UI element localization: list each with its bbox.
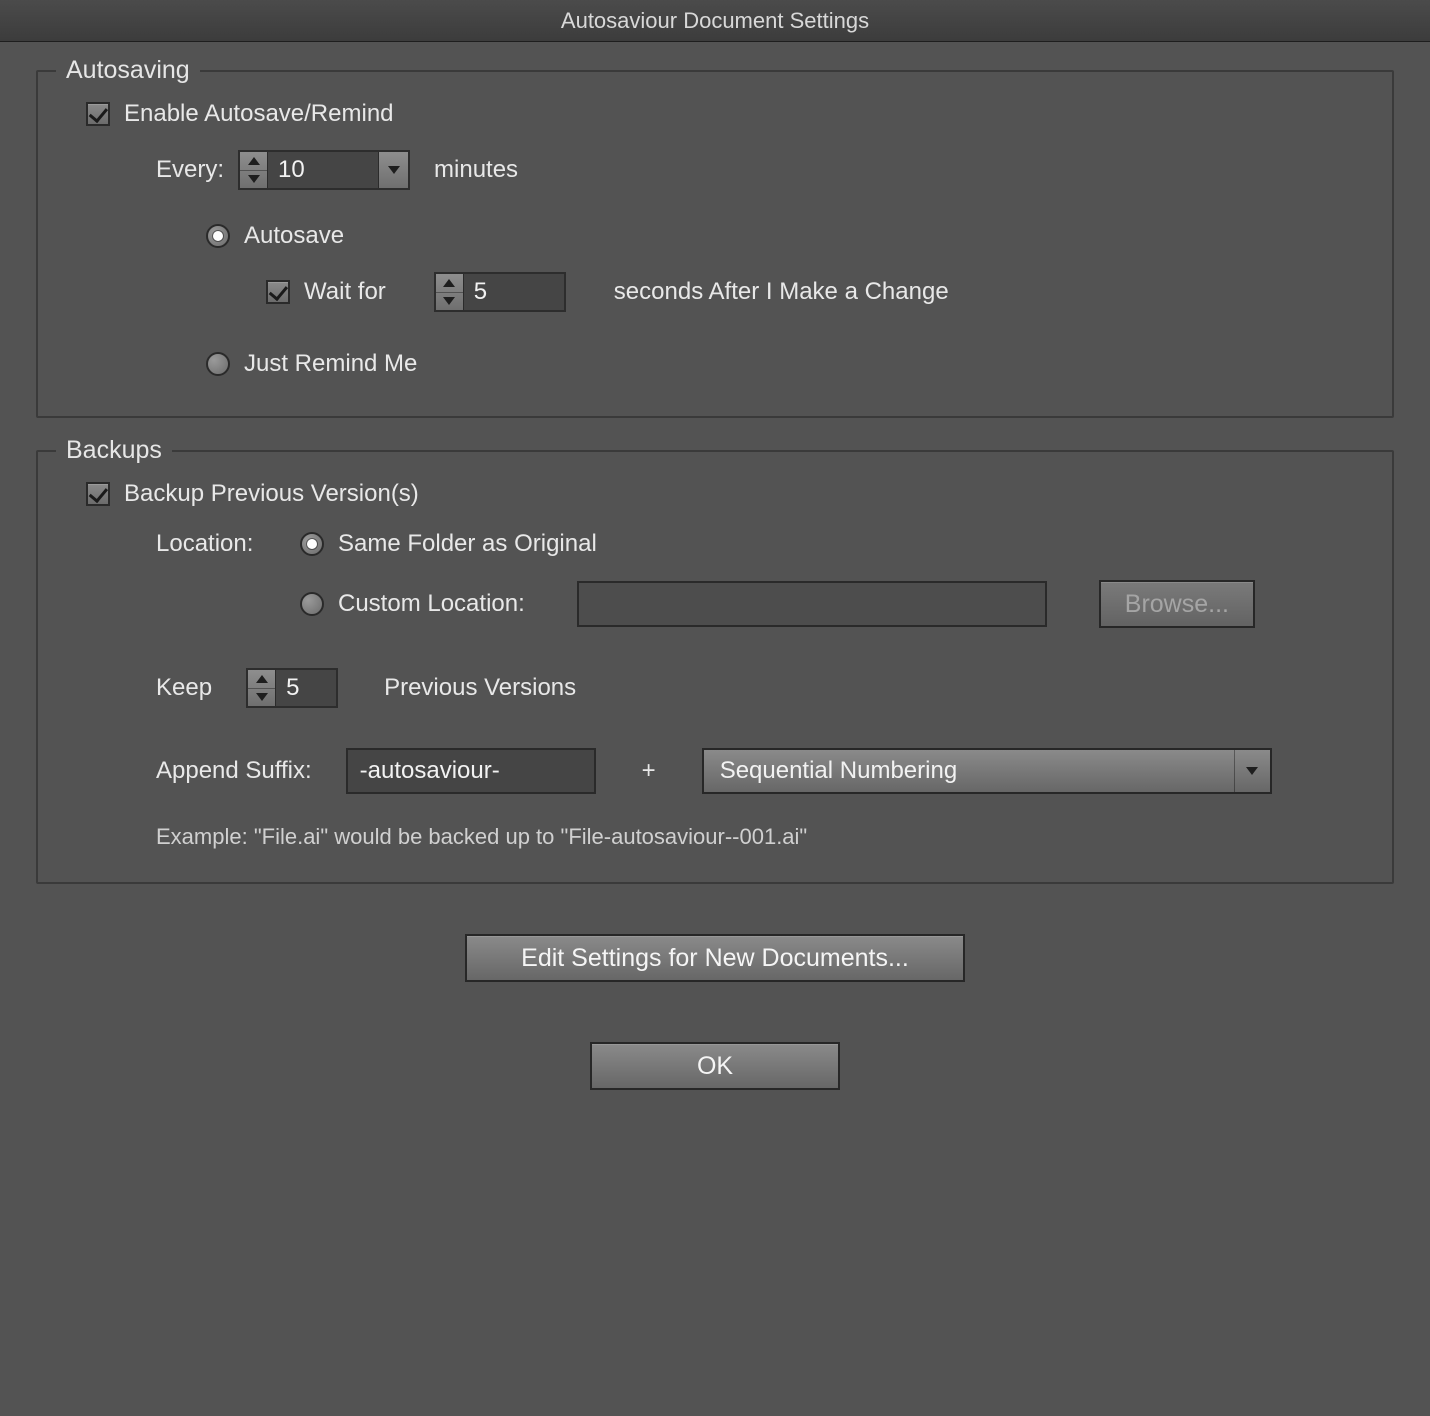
every-step-down[interactable] bbox=[240, 170, 267, 189]
append-suffix-label: Append Suffix: bbox=[156, 757, 312, 785]
backups-group: Backups Backup Previous Version(s) Locat… bbox=[36, 450, 1394, 884]
chevron-down-icon[interactable] bbox=[1234, 750, 1270, 792]
window-titlebar: Autosaviour Document Settings bbox=[0, 0, 1430, 42]
numbering-select[interactable]: Sequential Numbering bbox=[702, 748, 1272, 794]
wait-for-value[interactable]: 5 bbox=[464, 274, 564, 310]
every-step-up[interactable] bbox=[240, 152, 267, 170]
location-label: Location: bbox=[156, 530, 286, 558]
keep-value[interactable]: 5 bbox=[276, 670, 336, 706]
edit-defaults-button[interactable]: Edit Settings for New Documents... bbox=[465, 934, 965, 982]
custom-location-label: Custom Location: bbox=[338, 590, 525, 618]
append-suffix-input[interactable]: -autosaviour- bbox=[346, 748, 596, 794]
autosaving-group: Autosaving Enable Autosave/Remind Every:… bbox=[36, 70, 1394, 418]
keep-step-down[interactable] bbox=[248, 688, 275, 707]
autosaving-legend: Autosaving bbox=[56, 56, 200, 85]
same-folder-radio[interactable] bbox=[300, 532, 324, 556]
every-stepper[interactable]: 10 bbox=[238, 150, 410, 190]
enable-autosave-label: Enable Autosave/Remind bbox=[124, 100, 394, 128]
ok-button[interactable]: OK bbox=[590, 1042, 840, 1090]
keep-stepper[interactable]: 5 bbox=[246, 668, 338, 708]
every-unit: minutes bbox=[434, 156, 518, 184]
custom-location-radio[interactable] bbox=[300, 592, 324, 616]
example-text: Example: "File.ai" would be backed up to… bbox=[156, 824, 807, 850]
wait-for-step-down[interactable] bbox=[436, 292, 463, 311]
mode-remind-radio[interactable] bbox=[206, 352, 230, 376]
keep-label: Keep bbox=[156, 674, 212, 702]
numbering-select-label: Sequential Numbering bbox=[704, 750, 1234, 792]
every-label: Every: bbox=[156, 156, 224, 184]
enable-backup-checkbox[interactable] bbox=[86, 482, 110, 506]
every-dropdown[interactable] bbox=[378, 152, 408, 188]
wait-for-stepper[interactable]: 5 bbox=[434, 272, 566, 312]
mode-autosave-radio[interactable] bbox=[206, 224, 230, 248]
mode-autosave-label: Autosave bbox=[244, 222, 344, 250]
wait-for-checkbox[interactable] bbox=[266, 280, 290, 304]
every-value[interactable]: 10 bbox=[268, 152, 378, 188]
wait-for-step-up[interactable] bbox=[436, 274, 463, 292]
backups-legend: Backups bbox=[56, 436, 172, 465]
enable-autosave-checkbox[interactable] bbox=[86, 102, 110, 126]
keep-suffix: Previous Versions bbox=[384, 674, 576, 702]
wait-for-label: Wait for bbox=[304, 278, 386, 306]
custom-location-input[interactable] bbox=[577, 581, 1047, 627]
window-title: Autosaviour Document Settings bbox=[561, 8, 869, 34]
same-folder-label: Same Folder as Original bbox=[338, 530, 597, 558]
keep-step-up[interactable] bbox=[248, 670, 275, 688]
enable-backup-label: Backup Previous Version(s) bbox=[124, 480, 419, 508]
browse-button[interactable]: Browse... bbox=[1099, 580, 1255, 628]
append-plus: + bbox=[642, 757, 656, 785]
mode-remind-label: Just Remind Me bbox=[244, 350, 417, 378]
wait-for-suffix: seconds After I Make a Change bbox=[614, 278, 949, 306]
